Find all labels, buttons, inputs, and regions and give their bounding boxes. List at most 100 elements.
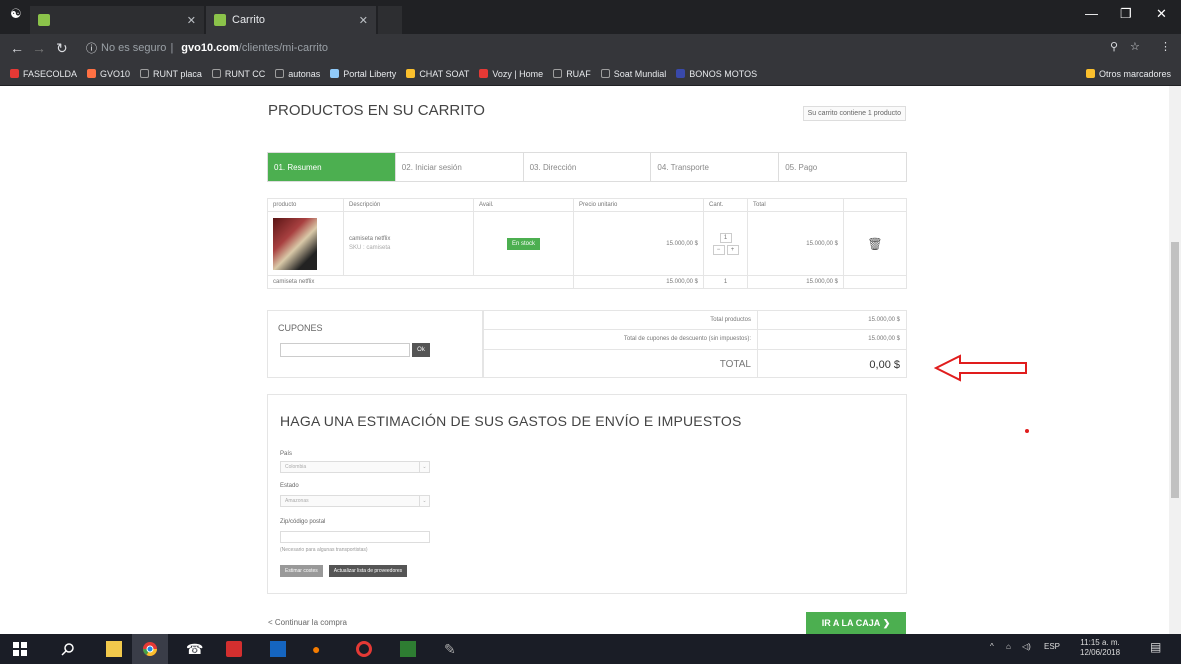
- volume-icon[interactable]: ◁): [1022, 642, 1031, 651]
- quantity-increase-button[interactable]: +: [726, 244, 739, 255]
- clock[interactable]: 11:15 a. m. 12/06/2018: [1080, 638, 1120, 658]
- bookmark-label: Otros marcadores: [1098, 68, 1171, 79]
- maximize-icon[interactable]: ❐: [1120, 6, 1132, 22]
- bookmark-label: Soat Mundial: [613, 68, 667, 79]
- unit-price: 15.000,00 $: [573, 211, 704, 276]
- bookmark-label: RUNT CC: [224, 68, 266, 79]
- bookmark-gvo10[interactable]: GVO10: [87, 69, 130, 79]
- audio-app-icon[interactable]: ●: [312, 641, 328, 657]
- col-header: Precio unitario: [573, 198, 704, 212]
- paint-icon[interactable]: ✎: [444, 641, 460, 657]
- back-icon[interactable]: ←: [10, 40, 24, 56]
- state-select[interactable]: Amazonas ⌄: [280, 495, 430, 507]
- phone-icon[interactable]: ☎: [186, 641, 203, 657]
- totals-value: 15.000,00 $: [868, 336, 900, 342]
- table-row: camiseta netflix SKU : camiseta En stock…: [267, 211, 907, 276]
- opera-icon[interactable]: [356, 641, 372, 657]
- search-icon[interactable]: [60, 641, 76, 657]
- zoom-icon[interactable]: ⚲: [1110, 40, 1118, 53]
- step-resumen[interactable]: 01. Resumen: [268, 153, 396, 181]
- windows-start-icon[interactable]: [12, 641, 28, 657]
- grand-total-value: 0,00 $: [869, 359, 900, 371]
- bookmark-otros[interactable]: Otros marcadores: [1085, 68, 1171, 79]
- bookmark-ruaf[interactable]: RUAF: [553, 69, 591, 79]
- quantity-field[interactable]: 1: [719, 232, 732, 243]
- step-transporte[interactable]: 04. Transporte: [651, 153, 780, 181]
- grand-total-row: TOTAL 0,00 $: [483, 350, 907, 378]
- bookmark-label: Vozy | Home: [492, 68, 544, 79]
- bookmarks-bar: FASECOLDA GVO10 RUNT placa RUNT CC auton…: [0, 62, 1181, 86]
- bookmark-vozy[interactable]: Vozy | Home: [479, 69, 543, 79]
- step-direccion[interactable]: 03. Dirección: [523, 153, 652, 181]
- new-tab-button[interactable]: [378, 6, 402, 34]
- bookmark-icon: [10, 69, 19, 78]
- page-icon: [275, 69, 285, 78]
- quantity-decrease-button[interactable]: −: [712, 244, 725, 255]
- bookmark-soat-mundial[interactable]: Soat Mundial: [600, 68, 667, 79]
- app-icon[interactable]: [270, 641, 286, 657]
- tray-chevron-icon[interactable]: ^: [990, 642, 994, 651]
- bookmark-runt-cc[interactable]: RUNT CC: [211, 68, 266, 79]
- cart-page: PRODUCTOS EN SU CARRITO Su carrito conti…: [258, 86, 918, 634]
- bookmark-autonas[interactable]: autonas: [275, 69, 320, 79]
- network-icon[interactable]: ⌂: [1006, 642, 1011, 651]
- close-icon[interactable]: ✕: [187, 14, 196, 27]
- bookmark-portal-liberty[interactable]: Portal Liberty: [330, 69, 396, 79]
- checkout-steps: 01. Resumen 02. Iniciar sesión 03. Direc…: [267, 152, 907, 182]
- state-value: Amazonas: [285, 498, 309, 504]
- minimize-icon[interactable]: —: [1085, 6, 1098, 21]
- mail-icon[interactable]: [226, 641, 242, 657]
- zip-label: Zip/código postal: [280, 519, 326, 525]
- browser-tab-bar: ☯ ✕ Carrito ✕ — ❐ ✕: [0, 0, 1181, 34]
- chrome-icon[interactable]: [142, 641, 158, 657]
- browser-tab-1[interactable]: ✕: [30, 6, 204, 34]
- update-carriers-button[interactable]: Actualizar lista de proveedores: [328, 565, 408, 577]
- product-name[interactable]: camiseta netflix: [349, 236, 468, 242]
- close-icon[interactable]: ✕: [359, 14, 368, 27]
- col-header: producto: [267, 198, 344, 212]
- checkout-label: IR A LA CAJA: [821, 618, 881, 628]
- zip-hint: (Necesario para algunas transportistas): [280, 547, 368, 553]
- spreadsheet-icon[interactable]: [400, 641, 416, 657]
- browser-tab-2[interactable]: Carrito ✕: [206, 6, 376, 34]
- reload-icon[interactable]: ↻: [56, 40, 68, 57]
- continue-shopping-link[interactable]: < Continuar la compra: [268, 618, 347, 627]
- page-title: PRODUCTOS EN SU CARRITO: [268, 102, 485, 119]
- page-icon: [600, 69, 610, 78]
- product-image[interactable]: [273, 217, 317, 270]
- coupon-ok-button[interactable]: Ok: [412, 343, 430, 357]
- folder-icon: [1085, 69, 1095, 78]
- bookmark-fasecolda[interactable]: FASECOLDA: [10, 69, 77, 79]
- checkout-button[interactable]: IR A LA CAJA ❯: [806, 612, 906, 634]
- bookmark-runt-placa[interactable]: RUNT placa: [140, 69, 202, 79]
- totals-row: Total productos 15.000,00 $: [483, 310, 907, 330]
- chevron-down-icon: ⌄: [419, 496, 429, 506]
- table-header-row: producto Descripción Avail. Precio unita…: [267, 198, 907, 212]
- step-pago[interactable]: 05. Pago: [779, 153, 906, 181]
- scrollbar-thumb[interactable]: [1171, 242, 1179, 498]
- estimate-costs-button[interactable]: Estimar costes: [280, 565, 323, 577]
- notification-icon[interactable]: ▤: [1150, 640, 1161, 654]
- bookmark-icon: [87, 69, 97, 78]
- cart-table: producto Descripción Avail. Precio unita…: [267, 198, 907, 289]
- forward-icon[interactable]: →: [32, 40, 46, 56]
- security-label: No es seguro: [101, 42, 167, 54]
- country-select[interactable]: Colombia ⌄: [280, 461, 430, 473]
- star-icon[interactable]: ☆: [1130, 40, 1140, 53]
- zip-input[interactable]: [280, 531, 430, 543]
- file-explorer-icon[interactable]: [106, 641, 122, 657]
- url-field[interactable]: ⓘ No es seguro | gvo10.com /clientes/mi-…: [80, 38, 1090, 58]
- menu-icon[interactable]: ⋮: [1160, 40, 1171, 53]
- bookmark-bonos-motos[interactable]: BONOS MOTOS: [676, 69, 757, 79]
- trash-icon[interactable]: 🗑: [867, 237, 882, 251]
- summary-price: 15.000,00 $: [573, 275, 704, 289]
- language-indicator[interactable]: ESP: [1044, 642, 1060, 651]
- coupons-box: CUPONES Ok: [267, 310, 483, 378]
- summary-product-name: camiseta netflix: [267, 275, 574, 289]
- page-scrollbar[interactable]: [1169, 86, 1181, 634]
- coupon-input[interactable]: [280, 343, 410, 357]
- bookmark-chat-soat[interactable]: CHAT SOAT: [406, 69, 469, 79]
- close-window-icon[interactable]: ✕: [1156, 6, 1167, 22]
- step-iniciar-sesion[interactable]: 02. Iniciar sesión: [395, 153, 524, 181]
- totals-label: Total de cupones de descuento (sin impue…: [484, 330, 758, 349]
